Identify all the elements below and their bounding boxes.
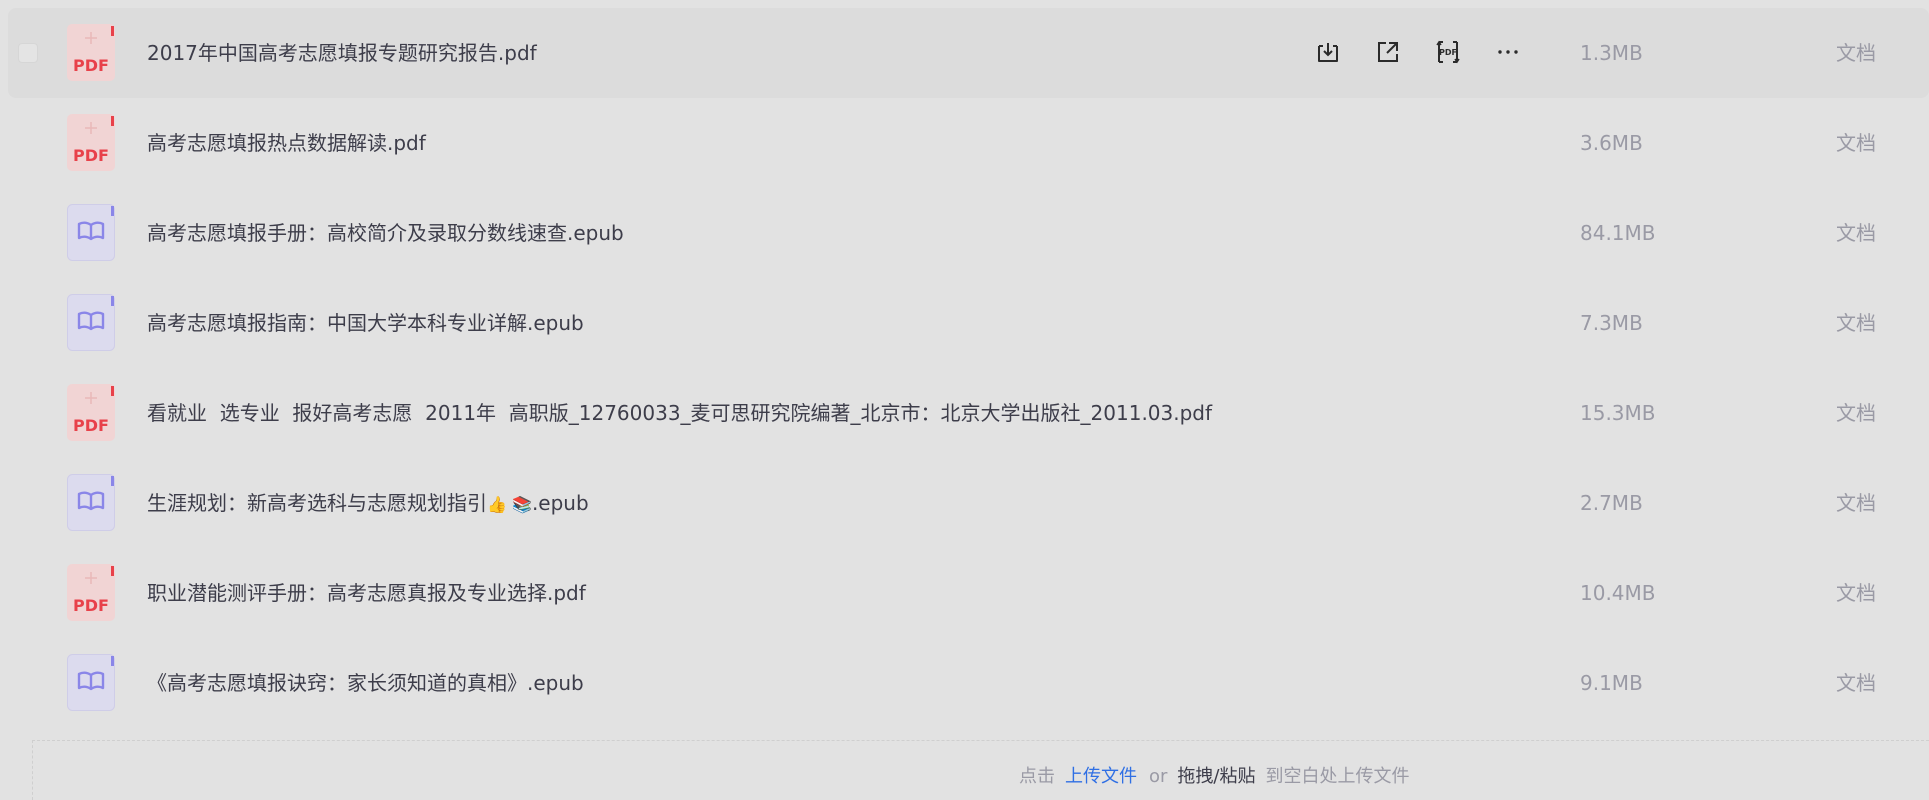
svg-text:PDF: PDF xyxy=(73,56,109,75)
upload-hint: 点击 上传文件 or 拖拽/粘贴 到空白处上传文件 xyxy=(1019,762,1410,788)
upload-click-text: 点击 xyxy=(1019,766,1055,787)
file-row[interactable]: PDF 2017年中国高考志愿填报专题研究报告.pdf PDF 1.3MB 文档 xyxy=(8,8,1929,98)
file-type: 文档 xyxy=(1836,671,1876,695)
file-name[interactable]: 高考志愿填报指南：中国大学本科专业详解.epub xyxy=(147,278,584,368)
file-name[interactable]: 高考志愿填报热点数据解读.pdf xyxy=(147,98,426,188)
file-name[interactable]: 生涯规划：新高考选科与志愿规划指引👍 📚.epub xyxy=(147,458,589,548)
file-type: 文档 xyxy=(1836,311,1876,335)
share-button[interactable] xyxy=(1370,34,1406,70)
file-name[interactable]: 看就业 选专业 报好高考志愿 2011年 高职版_12760033_麦可思研究院… xyxy=(147,368,1212,458)
file-row[interactable]: PDF 看就业 选专业 报好高考志愿 2011年 高职版_12760033_麦可… xyxy=(8,368,1929,458)
file-name[interactable]: 《高考志愿填报诀窍：家长须知道的真相》.epub xyxy=(147,638,584,728)
pdf-file-icon: PDF xyxy=(67,24,115,81)
epub-file-icon xyxy=(67,654,115,711)
svg-text:PDF: PDF xyxy=(73,416,109,435)
upload-suffix-text: 到空白处上传文件 xyxy=(1265,766,1410,787)
file-row[interactable]: PDF 职业潜能测评手册：高考志愿真报及专业选择.pdf 10.4MB 文档 xyxy=(8,548,1929,638)
row-actions: PDF xyxy=(1310,34,1526,70)
file-type: 文档 xyxy=(1836,491,1876,515)
file-name[interactable]: 职业潜能测评手册：高考志愿真报及专业选择.pdf xyxy=(147,548,586,638)
file-extension: .epub xyxy=(531,491,589,515)
row-checkbox[interactable] xyxy=(18,43,38,63)
more-button[interactable] xyxy=(1490,34,1526,70)
file-type: 文档 xyxy=(1836,401,1876,425)
file-row[interactable]: 高考志愿填报指南：中国大学本科专业详解.epub 7.3MB 文档 xyxy=(8,278,1929,368)
download-button[interactable] xyxy=(1310,34,1346,70)
file-type: 文档 xyxy=(1836,131,1876,155)
pdf-convert-icon: PDF xyxy=(1436,40,1460,64)
upload-file-link[interactable]: 上传文件 xyxy=(1065,766,1137,787)
svg-text:PDF: PDF xyxy=(73,146,109,165)
file-row[interactable]: PDF 高考志愿填报热点数据解读.pdf 3.6MB 文档 xyxy=(8,98,1929,188)
file-size: 15.3MB xyxy=(1580,401,1656,425)
file-size: 2.7MB xyxy=(1580,491,1643,515)
file-size: 3.6MB xyxy=(1580,131,1643,155)
file-type: 文档 xyxy=(1836,221,1876,245)
share-icon xyxy=(1378,42,1398,62)
svg-text:PDF: PDF xyxy=(73,596,109,615)
epub-file-icon xyxy=(67,204,115,261)
epub-file-icon xyxy=(67,294,115,351)
upload-drop-zone[interactable] xyxy=(32,740,1929,800)
download-icon xyxy=(1318,43,1338,62)
file-size: 9.1MB xyxy=(1580,671,1643,695)
file-name[interactable]: 高考志愿填报手册：高校简介及录取分数线速查.epub xyxy=(147,188,624,278)
file-type: 文档 xyxy=(1836,41,1876,65)
more-icon xyxy=(1498,50,1518,54)
pdf-file-icon: PDF xyxy=(67,114,115,171)
file-size: 7.3MB xyxy=(1580,311,1643,335)
file-name-text: 生涯规划：新高考选科与志愿规划指引 xyxy=(147,491,487,515)
pdf-convert-button[interactable]: PDF xyxy=(1430,34,1466,70)
file-row[interactable]: 生涯规划：新高考选科与志愿规划指引👍 📚.epub 2.7MB 文档 xyxy=(8,458,1929,548)
pdf-file-icon: PDF xyxy=(67,564,115,621)
file-size: 1.3MB xyxy=(1580,41,1643,65)
emoji-thumbs-books-icon: 👍 📚 xyxy=(487,495,532,514)
file-type: 文档 xyxy=(1836,581,1876,605)
file-list: PDF 2017年中国高考志愿填报专题研究报告.pdf PDF 1.3MB 文档… xyxy=(8,8,1929,728)
svg-text:PDF: PDF xyxy=(1439,48,1457,57)
file-row[interactable]: 《高考志愿填报诀窍：家长须知道的真相》.epub 9.1MB 文档 xyxy=(8,638,1929,728)
file-size: 10.4MB xyxy=(1580,581,1656,605)
epub-file-icon xyxy=(67,474,115,531)
file-name[interactable]: 2017年中国高考志愿填报专题研究报告.pdf xyxy=(147,8,537,98)
file-size: 84.1MB xyxy=(1580,221,1656,245)
file-row[interactable]: 高考志愿填报手册：高校简介及录取分数线速查.epub 84.1MB 文档 xyxy=(8,188,1929,278)
pdf-file-icon: PDF xyxy=(67,384,115,441)
upload-or-text: or xyxy=(1149,766,1168,787)
upload-drag-paste-text: 拖拽/粘贴 xyxy=(1177,766,1256,787)
